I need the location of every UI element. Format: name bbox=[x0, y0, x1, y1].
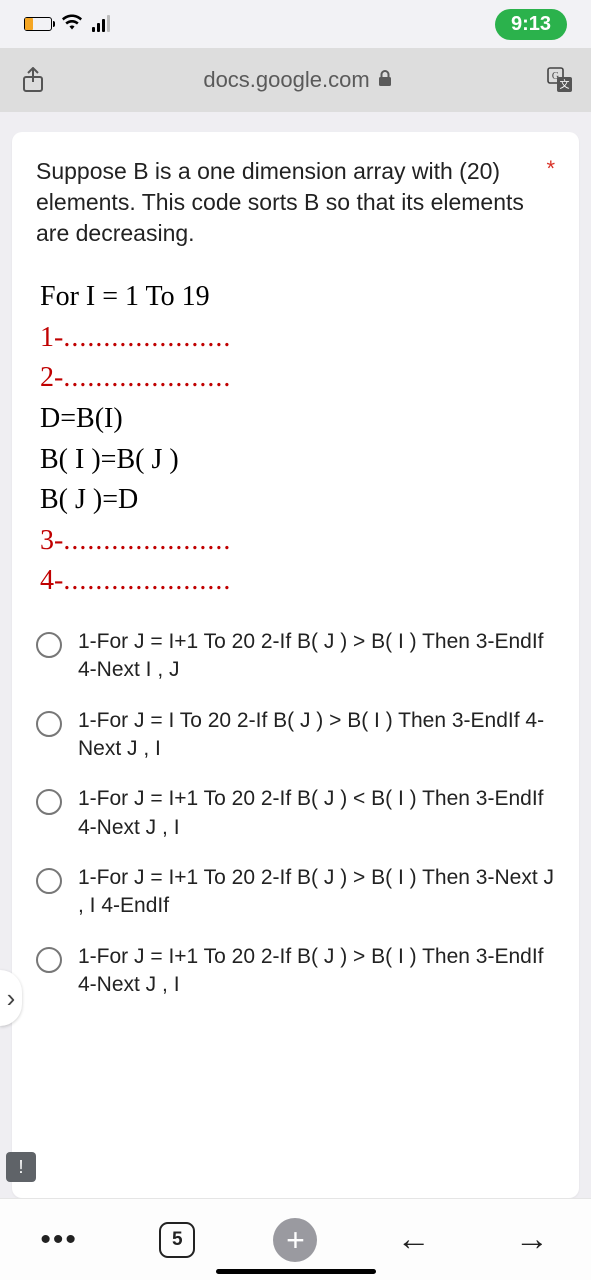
code-blank-3: 3-..................... bbox=[40, 521, 555, 562]
question-card: Suppose B is a one dimension array with … bbox=[12, 132, 579, 1198]
browser-bottom-nav: ••• 5 + ← → bbox=[0, 1198, 591, 1280]
forward-button[interactable]: → bbox=[510, 1218, 554, 1262]
menu-button[interactable]: ••• bbox=[37, 1218, 81, 1262]
code-line: B( I )=B( J ) bbox=[40, 440, 555, 481]
option-1[interactable]: 1-For J = I+1 To 20 2-If B( J ) > B( I )… bbox=[36, 628, 555, 685]
battery-icon bbox=[24, 17, 52, 31]
code-blank-4: 4-..................... bbox=[40, 561, 555, 602]
status-left bbox=[24, 14, 110, 35]
form-content: Suppose B is a one dimension array with … bbox=[0, 112, 591, 1198]
option-4[interactable]: 1-For J = I+1 To 20 2-If B( J ) > B( I )… bbox=[36, 864, 555, 921]
radio-icon[interactable] bbox=[36, 711, 62, 737]
options-group: 1-For J = I+1 To 20 2-If B( J ) > B( I )… bbox=[36, 628, 555, 999]
option-label: 1-For J = I To 20 2-If B( J ) > B( I ) T… bbox=[78, 707, 555, 764]
code-block: For I = 1 To 19 1-..................... … bbox=[36, 277, 555, 602]
status-bar: 9:13 bbox=[0, 0, 591, 48]
share-icon[interactable] bbox=[16, 63, 50, 97]
svg-text:文: 文 bbox=[560, 78, 570, 91]
option-3[interactable]: 1-For J = I+1 To 20 2-If B( J ) < B( I )… bbox=[36, 785, 555, 842]
url-display[interactable]: docs.google.com bbox=[60, 67, 535, 93]
lock-icon bbox=[378, 70, 392, 91]
code-blank-2: 2-..................... bbox=[40, 358, 555, 399]
required-star: * bbox=[546, 156, 555, 182]
home-indicator[interactable] bbox=[216, 1269, 376, 1274]
wifi-icon bbox=[62, 14, 82, 35]
option-2[interactable]: 1-For J = I To 20 2-If B( J ) > B( I ) T… bbox=[36, 707, 555, 764]
code-line: B( J )=D bbox=[40, 480, 555, 521]
question-text: Suppose B is a one dimension array with … bbox=[36, 156, 538, 249]
option-label: 1-For J = I+1 To 20 2-If B( J ) > B( I )… bbox=[78, 943, 555, 1000]
code-blank-1: 1-..................... bbox=[40, 318, 555, 359]
alert-badge[interactable]: ! bbox=[6, 1152, 36, 1182]
option-label: 1-For J = I+1 To 20 2-If B( J ) < B( I )… bbox=[78, 785, 555, 842]
radio-icon[interactable] bbox=[36, 868, 62, 894]
radio-icon[interactable] bbox=[36, 947, 62, 973]
new-tab-button[interactable]: + bbox=[273, 1218, 317, 1262]
browser-url-bar: docs.google.com G文 bbox=[0, 48, 591, 112]
option-label: 1-For J = I+1 To 20 2-If B( J ) > B( I )… bbox=[78, 864, 555, 921]
option-5[interactable]: 1-For J = I+1 To 20 2-If B( J ) > B( I )… bbox=[36, 943, 555, 1000]
clock-time: 9:13 bbox=[495, 9, 567, 40]
back-button[interactable]: ← bbox=[392, 1218, 436, 1262]
option-label: 1-For J = I+1 To 20 2-If B( J ) > B( I )… bbox=[78, 628, 555, 685]
radio-icon[interactable] bbox=[36, 789, 62, 815]
radio-icon[interactable] bbox=[36, 632, 62, 658]
signal-icon bbox=[92, 16, 110, 32]
code-line: D=B(I) bbox=[40, 399, 555, 440]
translate-icon[interactable]: G文 bbox=[545, 65, 575, 95]
code-line: For I = 1 To 19 bbox=[40, 277, 555, 318]
tabs-button[interactable]: 5 bbox=[155, 1218, 199, 1262]
url-text: docs.google.com bbox=[203, 67, 369, 93]
